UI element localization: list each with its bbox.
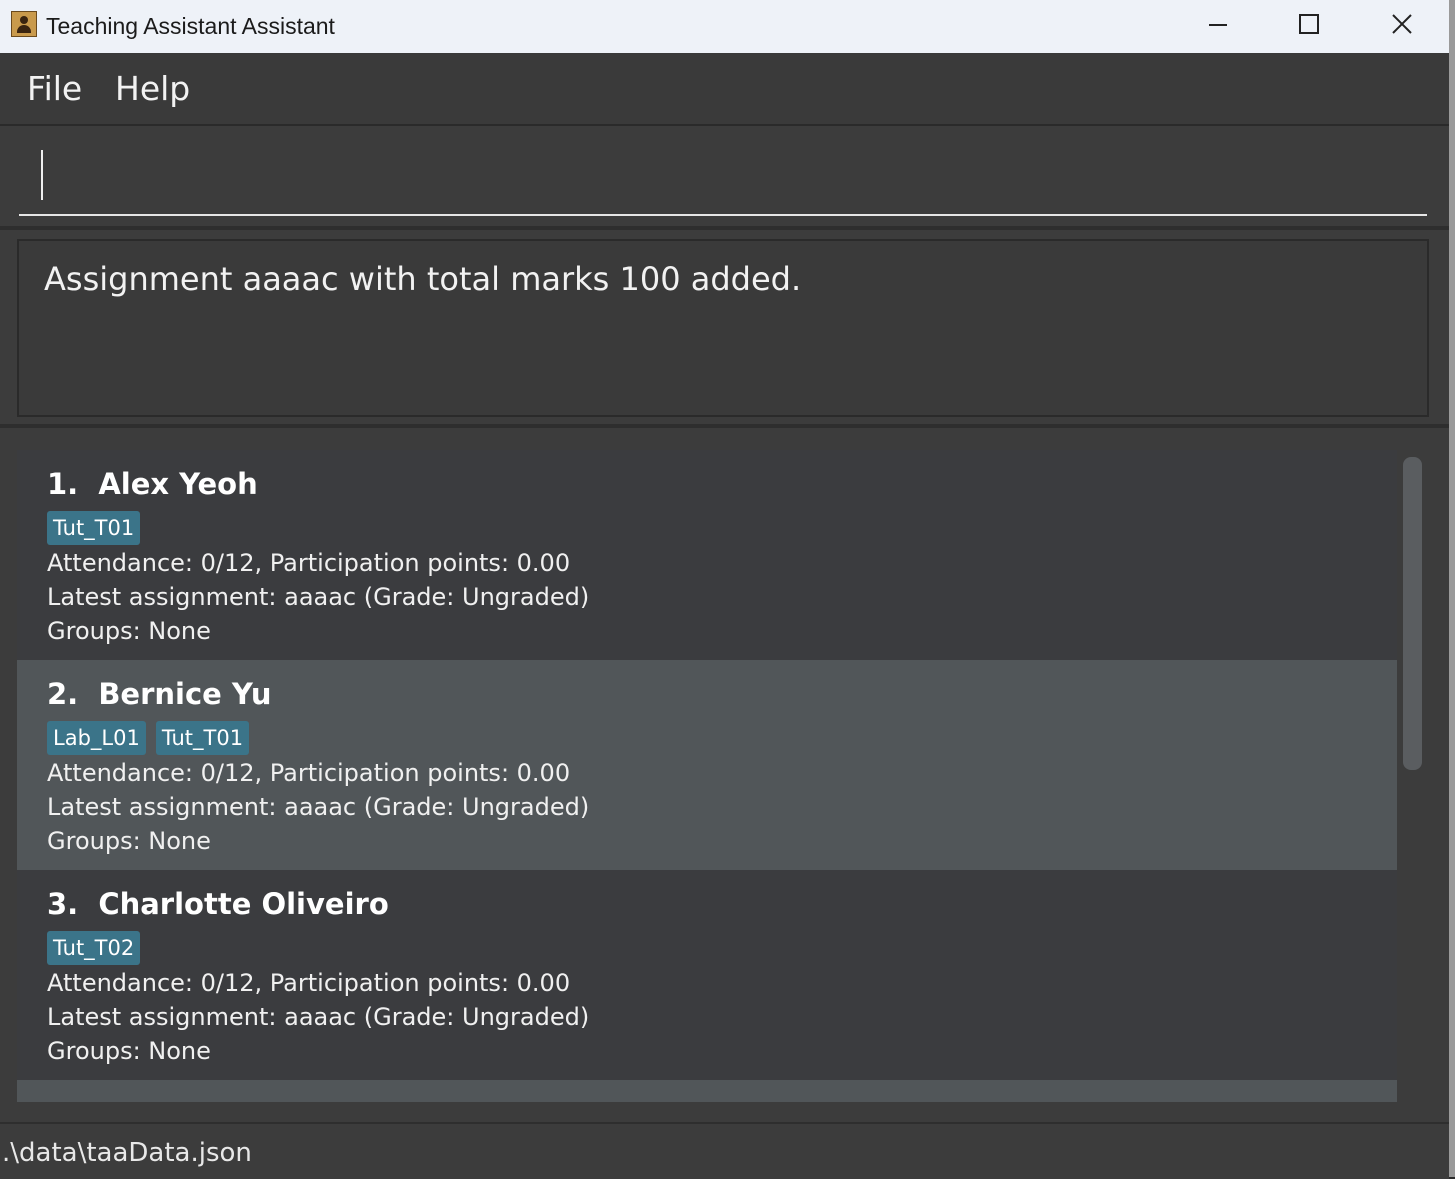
command-input[interactable] <box>19 144 1427 216</box>
title-bar: Teaching Assistant Assistant <box>0 0 1449 53</box>
assignment-text: Latest assignment: aaaac (Grade: Ungrade… <box>47 793 590 821</box>
app-icon <box>11 11 37 37</box>
person-name: Bernice Yu <box>98 677 272 711</box>
assignment-text: Latest assignment: aaaac (Grade: Ungrade… <box>47 583 590 611</box>
person-card-2[interactable]: 2. Bernice Yu Lab_L01 Tut_T01 Attendance:… <box>17 660 1397 870</box>
divider <box>0 226 1449 230</box>
divider <box>0 424 1449 428</box>
tag: Lab_L01 <box>47 721 146 755</box>
result-message: Assignment aaaac with total marks 100 ad… <box>44 260 802 298</box>
close-icon <box>1392 14 1412 34</box>
save-file-path: .\data\taaData.json <box>2 1138 252 1168</box>
tag-list: Tut_T02 <box>47 931 150 965</box>
window-title: Teaching Assistant Assistant <box>46 13 335 39</box>
text-caret <box>41 150 43 200</box>
tag-list: Tut_T01 <box>47 511 150 545</box>
person-name-row: 2. Bernice Yu <box>47 676 271 712</box>
list-scrollbar[interactable] <box>1397 450 1433 1102</box>
tag: Tut_T01 <box>47 511 141 545</box>
menu-bar: File Help <box>0 53 1449 126</box>
scrollbar-thumb[interactable] <box>1403 457 1422 770</box>
attendance-text: Attendance: 0/12, Participation points: … <box>47 549 571 577</box>
person-index: 1. <box>47 467 79 501</box>
menu-file[interactable]: File <box>27 69 82 109</box>
attendance-text: Attendance: 0/12, Participation points: … <box>47 969 571 997</box>
person-name-row: 1. Alex Yeoh <box>47 466 258 502</box>
person-card-partial[interactable] <box>17 1080 1397 1102</box>
person-list[interactable]: 1. Alex Yeoh Tut_T01 Attendance: 0/12, P… <box>17 450 1397 1102</box>
person-card-1[interactable]: 1. Alex Yeoh Tut_T01 Attendance: 0/12, P… <box>17 450 1397 660</box>
person-index: 2. <box>47 677 79 711</box>
result-display[interactable]: Assignment aaaac with total marks 100 ad… <box>17 239 1429 417</box>
command-area <box>0 126 1449 226</box>
assignment-text: Latest assignment: aaaac (Grade: Ungrade… <box>47 1003 590 1031</box>
person-name: Charlotte Oliveiro <box>98 887 389 921</box>
status-bar: .\data\taaData.json <box>0 1122 1449 1179</box>
tag: Tut_T02 <box>47 931 141 965</box>
groups-text: Groups: None <box>47 617 211 645</box>
tag-list: Lab_L01 Tut_T01 <box>47 721 259 755</box>
person-index: 3. <box>47 887 79 921</box>
person-card-3[interactable]: 3. Charlotte Oliveiro Tut_T02 Attendance… <box>17 870 1397 1080</box>
groups-text: Groups: None <box>47 1037 211 1065</box>
maximize-button[interactable] <box>1264 0 1354 53</box>
tag: Tut_T01 <box>155 721 250 755</box>
minimize-button[interactable] <box>1173 0 1263 53</box>
menu-help[interactable]: Help <box>115 69 190 109</box>
person-name: Alex Yeoh <box>98 467 258 501</box>
app-window: Teaching Assistant Assistant File Help A… <box>0 0 1455 1179</box>
person-name-row: 3. Charlotte Oliveiro <box>47 886 389 922</box>
attendance-text: Attendance: 0/12, Participation points: … <box>47 759 571 787</box>
groups-text: Groups: None <box>47 827 211 855</box>
close-button[interactable] <box>1356 0 1446 53</box>
